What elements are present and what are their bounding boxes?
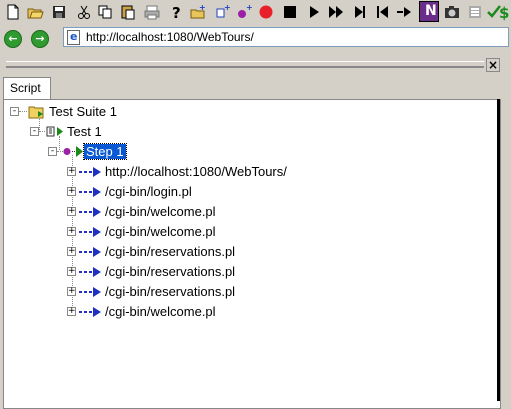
request-arrow-icon [78,205,104,222]
step-icon [62,144,84,162]
copy-icon[interactable] [96,3,114,21]
svg-text:$: $ [499,4,509,21]
collapse-icon[interactable]: - [10,107,19,116]
step-icon[interactable] [351,3,369,21]
svg-text:?: ? [172,4,181,21]
dollar-icon[interactable]: $ [497,3,511,21]
skip-back-icon[interactable] [373,3,391,21]
request-label: /cgi-bin/login.pl [105,184,192,199]
svg-text:+: + [246,3,253,12]
request-row[interactable]: + /cgi-bin/welcome.pl [67,223,367,241]
panel-border [497,99,500,401]
expand-icon[interactable]: + [67,187,76,196]
save-icon[interactable] [50,3,68,21]
tree-connector [19,111,27,112]
step-label: Step 1 [83,143,127,160]
forward-icon[interactable] [396,3,414,21]
expand-icon[interactable]: + [67,247,76,256]
forward-arrow-icon: → [35,32,45,45]
add-folder-icon[interactable]: + [189,3,207,21]
test-label: Test 1 [67,124,102,139]
camera-icon[interactable] [443,3,461,21]
request-row[interactable]: + /cgi-bin/welcome.pl [67,303,367,321]
add-node-icon[interactable]: + [235,3,253,21]
url-text: http://localhost:1080/WebTours/ [86,30,254,44]
tree-node-step[interactable]: - Step 1 [48,143,248,161]
collapse-icon[interactable]: - [48,147,57,156]
tree-connector [39,131,45,132]
svg-text:+: + [199,3,206,12]
request-arrow-icon [78,165,104,182]
request-label: /cgi-bin/welcome.pl [105,204,216,219]
address-bar: ← → http://localhost:1080/WebTours/ [0,25,511,51]
request-arrow-icon [78,305,104,322]
back-arrow-icon: ← [8,32,18,45]
help-icon[interactable]: ? [167,3,185,21]
expand-icon[interactable]: + [67,167,76,176]
request-row[interactable]: + /cgi-bin/reservations.pl [67,263,367,281]
print-icon[interactable] [143,3,161,21]
tree-node-suite[interactable]: - Test Suite 1 [10,103,210,121]
request-label: /cgi-bin/reservations.pl [105,284,236,299]
back-button[interactable]: ← [4,30,22,48]
suite-label: Test Suite 1 [49,104,117,119]
test-icon [46,124,66,142]
n-label: N [425,3,437,19]
stop-icon[interactable] [281,3,299,21]
tab-script-label: Script [10,81,41,95]
record-icon[interactable] [257,3,275,21]
expand-icon[interactable]: + [67,287,76,296]
request-arrow-icon [78,285,104,302]
cut-icon[interactable] [75,3,93,21]
list-icon[interactable] [466,3,484,21]
url-input[interactable]: http://localhost:1080/WebTours/ [63,27,509,47]
request-arrow-icon [78,265,104,282]
request-arrow-icon [78,225,104,242]
collapse-icon[interactable]: - [30,127,39,136]
request-row[interactable]: + http://localhost:1080/WebTours/ [67,163,367,181]
expand-icon[interactable]: + [67,227,76,236]
tree-node-test[interactable]: - Test 1 [30,123,230,141]
panel-grip-lower [6,65,484,68]
expand-icon[interactable]: + [67,267,76,276]
fast-forward-icon[interactable] [327,3,345,21]
expand-icon[interactable]: + [67,307,76,316]
request-label: http://localhost:1080/WebTours/ [105,164,287,179]
request-arrow-icon [78,245,104,262]
svg-text:+: + [224,3,231,12]
request-row[interactable]: + /cgi-bin/welcome.pl [67,203,367,221]
n-icon[interactable]: N [419,1,439,22]
request-arrow-icon [78,185,104,202]
add-step-icon[interactable]: + [213,3,231,21]
tab-script[interactable]: Script [3,77,51,99]
request-label: /cgi-bin/reservations.pl [105,244,236,259]
script-tree: - Test Suite 1 - Test 1 - Step 1 + http:/… [3,99,501,409]
close-panel-button[interactable]: × [486,58,500,72]
request-row[interactable]: + /cgi-bin/reservations.pl [67,283,367,301]
request-row[interactable]: + /cgi-bin/reservations.pl [67,243,367,261]
page-icon [67,30,80,45]
request-label: /cgi-bin/reservations.pl [105,264,236,279]
paste-icon[interactable] [119,3,137,21]
expand-icon[interactable]: + [67,207,76,216]
new-icon[interactable] [4,3,22,21]
toolbar: ? + + + N $ [0,0,511,24]
request-row[interactable]: + /cgi-bin/login.pl [67,183,367,201]
play-icon[interactable] [305,3,323,21]
open-icon[interactable] [26,3,44,21]
suite-folder-icon [28,104,46,122]
request-label: /cgi-bin/welcome.pl [105,224,216,239]
request-label: /cgi-bin/welcome.pl [105,304,216,319]
forward-button[interactable]: → [31,30,49,48]
